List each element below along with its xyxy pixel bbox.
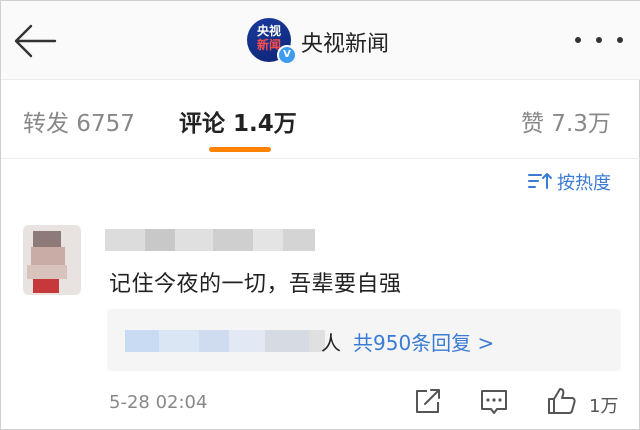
like-count: 1万 (589, 396, 619, 417)
comment-timestamp: 5-28 02:04 (109, 392, 208, 413)
tab-comments[interactable]: 评论 1.4万 (179, 104, 297, 138)
share-icon[interactable] (411, 385, 445, 417)
logo-text-top: 央视 (256, 24, 281, 38)
screen-frame: 央视 新闻 V 央视新闻 转发 6757 评论 1.4万 赞 7.3万 按热度 (0, 0, 640, 430)
tab-likes[interactable]: 赞 7.3万 (521, 104, 611, 138)
comment-icon[interactable] (477, 385, 511, 417)
reply-people-suffix: 人 (321, 331, 341, 355)
reply-names-blurred (125, 329, 325, 353)
top-navigation-bar: 央视 新闻 V 央视新闻 (1, 1, 640, 80)
active-tab-indicator (209, 147, 271, 152)
back-arrow-icon[interactable] (11, 21, 59, 61)
like-icon[interactable] (545, 385, 579, 417)
tabs-divider (1, 158, 640, 159)
verified-badge-icon: V (277, 45, 297, 65)
comment-text: 记住今夜的一切，吾辈要自强 (109, 272, 402, 297)
more-dots-icon[interactable] (575, 37, 625, 45)
reply-count-link[interactable]: 共950条回复 > (353, 327, 494, 356)
replies-preview[interactable]: 人 共950条回复 > (107, 309, 621, 371)
tab-repost[interactable]: 转发 6757 (23, 104, 135, 138)
sort-label: 按热度 (557, 173, 611, 194)
commenter-name-blurred[interactable] (105, 229, 315, 251)
sort-icon (528, 173, 552, 189)
commenter-avatar[interactable] (23, 225, 81, 295)
account-title[interactable]: 央视新闻 (301, 26, 389, 58)
